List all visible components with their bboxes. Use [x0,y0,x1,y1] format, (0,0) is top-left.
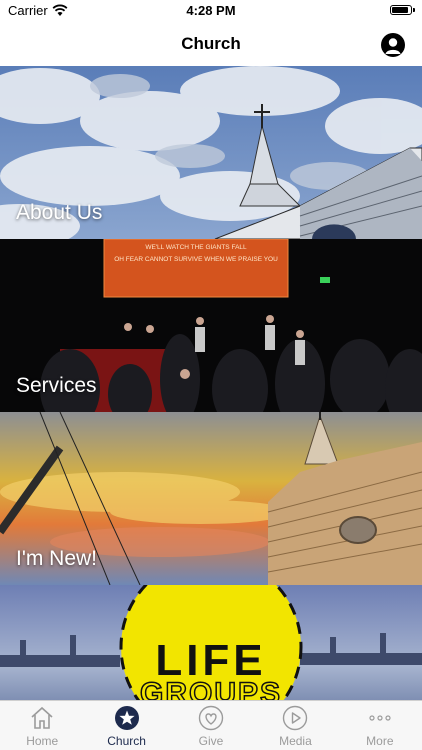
ellipsis-icon [369,715,391,721]
tile-label-services: Services [16,374,97,397]
tile-services[interactable]: WE'LL WATCH THE GIANTS FALL OH FEAR CANN… [0,239,422,412]
tab-more[interactable]: More [338,701,422,750]
life-groups-logo-subtext: GROUPS [140,677,282,700]
status-time: 4:28 PM [186,3,236,18]
tab-bar: Home Church Give Media More [0,700,422,750]
tab-church[interactable]: Church [84,701,168,750]
tab-label-give: Give [198,734,224,748]
life-groups-image: LIFE GROUPS [0,585,422,700]
tab-home[interactable]: Home [0,701,84,750]
tab-media[interactable]: Media [253,701,337,750]
tab-label-church: Church [107,734,146,748]
status-bar: Carrier 4:28 PM [0,0,422,22]
church-menu-list: About Us WE'LL WATCH THE GIANTS FALL OH … [0,66,422,700]
screen-lyric-line-1: WE'LL WATCH THE GIANTS FALL [145,244,247,251]
tile-about-us[interactable]: About Us [0,66,422,239]
tile-im-new[interactable]: I'm New! [0,412,422,585]
tile-life-groups[interactable]: LIFE GROUPS [0,585,422,700]
tile-label-im-new: I'm New! [16,547,98,570]
tile-label-about-us: About Us [16,201,103,224]
house-icon [31,706,53,729]
tab-give[interactable]: Give [169,701,253,750]
tab-label-home: Home [26,734,59,748]
person-circle-icon [385,38,401,54]
profile-button[interactable] [381,33,405,57]
play-circle-icon [283,705,308,731]
navigation-bar: Church [0,22,422,66]
heart-circle-icon [198,705,224,731]
tab-label-more: More [366,734,394,748]
battery-icon [390,5,415,15]
tab-label-media: Media [279,734,312,748]
star-circle-icon [114,706,139,730]
page-title: Church [181,34,241,53]
screen-lyric-line-2: OH FEAR CANNOT SURVIVE WHEN WE PRAISE YO… [114,256,278,263]
